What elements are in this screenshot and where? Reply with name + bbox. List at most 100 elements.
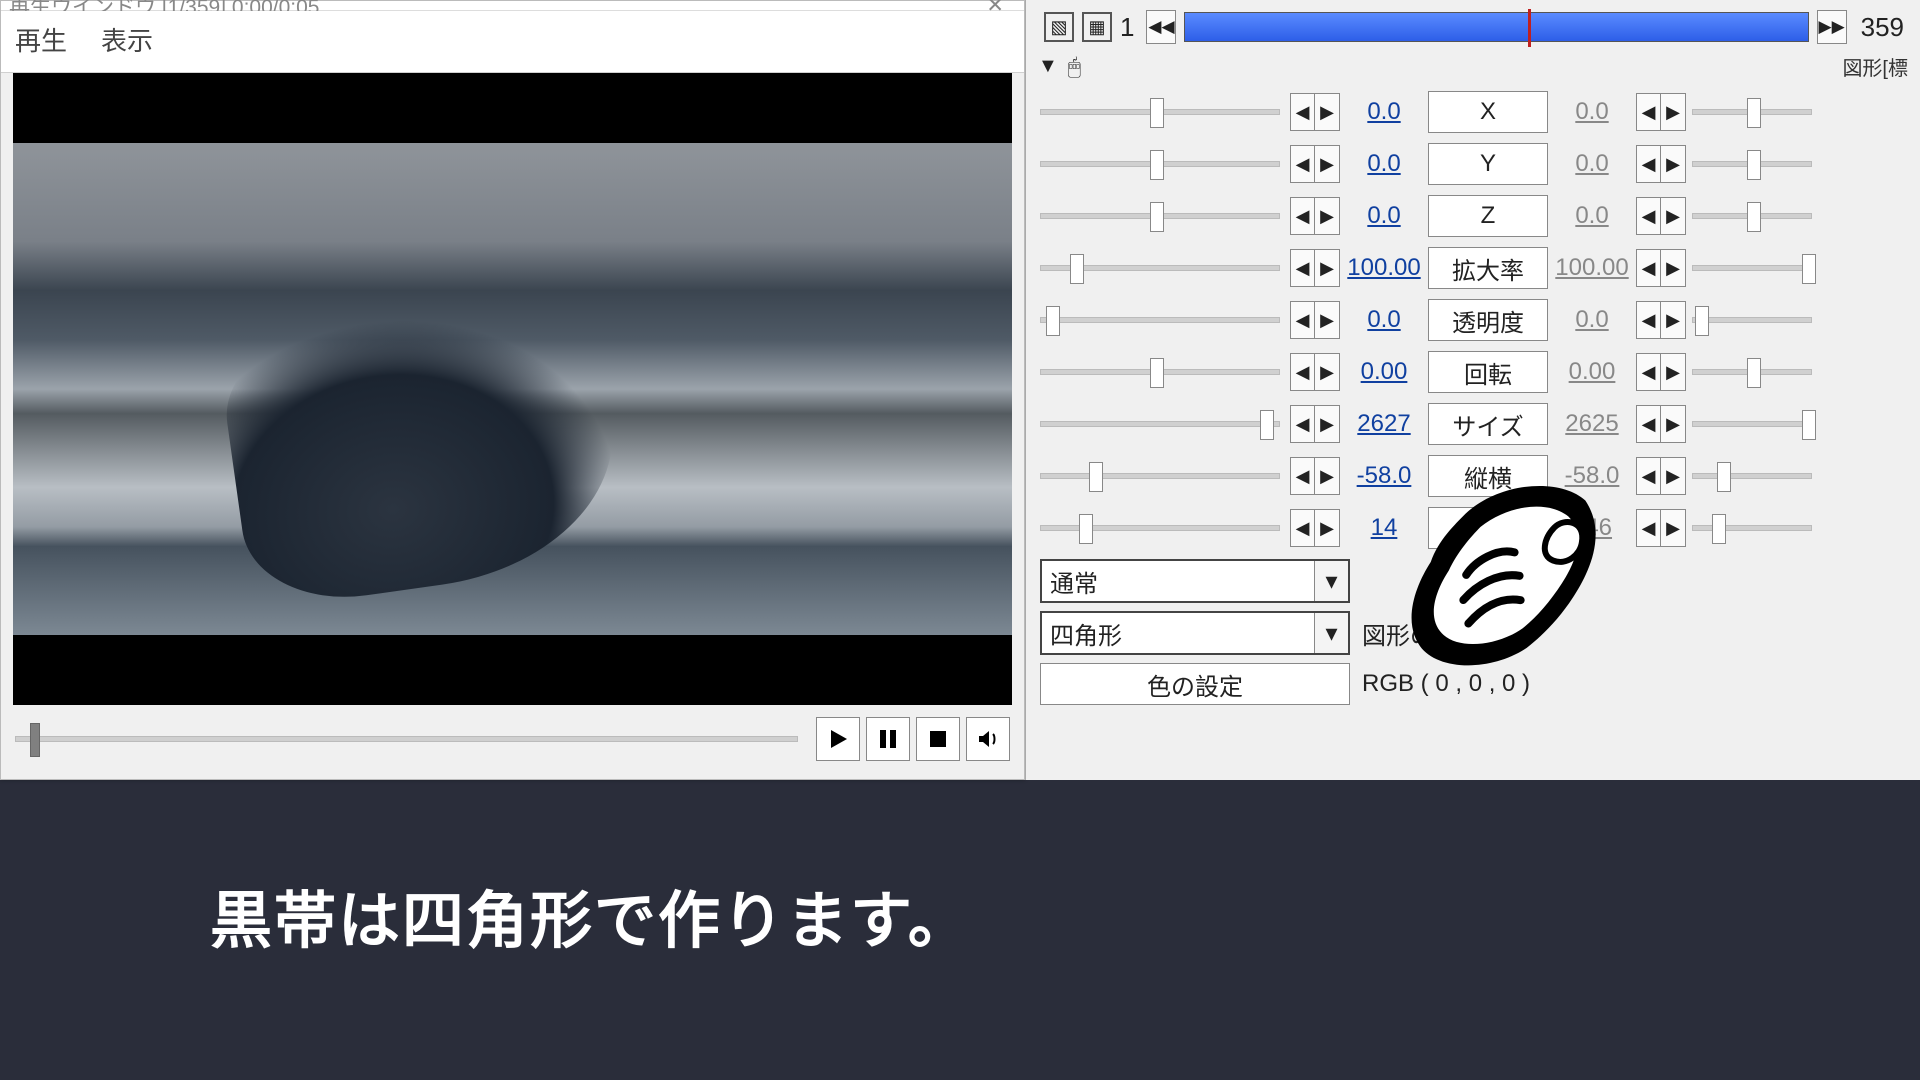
slider-thumb[interactable]: [1747, 358, 1761, 388]
step-down-icon[interactable]: ◀: [1291, 198, 1315, 234]
stepper-left[interactable]: ◀ ▶: [1290, 93, 1340, 131]
step-down-icon[interactable]: ◀: [1291, 94, 1315, 130]
stepper-right[interactable]: ◀ ▶: [1636, 93, 1686, 131]
step-down-icon[interactable]: ◀: [1291, 458, 1315, 494]
step-down-icon[interactable]: ◀: [1291, 146, 1315, 182]
menu-view[interactable]: 表示: [101, 21, 153, 58]
stepper-left[interactable]: ◀ ▶: [1290, 145, 1340, 183]
slider-thumb[interactable]: [1802, 410, 1816, 440]
stepper-left[interactable]: ◀ ▶: [1290, 197, 1340, 235]
param-slider-left[interactable]: [1040, 213, 1280, 219]
param-slider-right[interactable]: [1692, 213, 1812, 219]
param-slider-left[interactable]: [1040, 161, 1280, 167]
param-slider-left[interactable]: [1040, 317, 1280, 323]
slider-thumb[interactable]: [1695, 306, 1709, 336]
param-name-button[interactable]: 回転: [1428, 351, 1548, 393]
slider-thumb[interactable]: [1150, 202, 1164, 232]
param-slider-left[interactable]: [1040, 369, 1280, 375]
param-value-right[interactable]: 100.00: [1554, 254, 1630, 282]
param-value-right[interactable]: 0.0: [1554, 98, 1630, 126]
grid-icon[interactable]: ▦: [1082, 12, 1112, 42]
shape-type-select[interactable]: 四角形 ▾: [1040, 611, 1350, 655]
param-slider-left[interactable]: [1040, 525, 1280, 531]
slider-thumb[interactable]: [1070, 254, 1084, 284]
step-up-icon[interactable]: ▶: [1661, 458, 1685, 494]
param-value-right[interactable]: 2625: [1554, 410, 1630, 438]
step-down-icon[interactable]: ◀: [1291, 510, 1315, 546]
param-value-right[interactable]: 0.00: [1554, 358, 1630, 386]
stepper-right[interactable]: ◀ ▶: [1636, 405, 1686, 443]
step-down-icon[interactable]: ◀: [1637, 250, 1661, 286]
stepper-right[interactable]: ◀ ▶: [1636, 457, 1686, 495]
step-up-icon[interactable]: ▶: [1661, 250, 1685, 286]
stepper-right[interactable]: ◀ ▶: [1636, 249, 1686, 287]
stepper-left[interactable]: ◀ ▶: [1290, 301, 1340, 339]
slider-thumb[interactable]: [1712, 514, 1726, 544]
stepper-right[interactable]: ◀ ▶: [1636, 197, 1686, 235]
step-down-icon[interactable]: ◀: [1637, 302, 1661, 338]
slider-thumb[interactable]: [1717, 462, 1731, 492]
step-down-icon[interactable]: ◀: [1637, 458, 1661, 494]
param-slider-right[interactable]: [1692, 265, 1812, 271]
param-value-right[interactable]: 0.0: [1554, 150, 1630, 178]
param-value-left[interactable]: 0.00: [1346, 358, 1422, 386]
param-value-left[interactable]: 0.0: [1346, 150, 1422, 178]
step-up-icon[interactable]: ▶: [1315, 198, 1339, 234]
slider-thumb[interactable]: [1150, 150, 1164, 180]
param-slider-left[interactable]: [1040, 265, 1280, 271]
stepper-left[interactable]: ◀ ▶: [1290, 353, 1340, 391]
param-slider-right[interactable]: [1692, 317, 1812, 323]
step-up-icon[interactable]: ▶: [1661, 354, 1685, 390]
step-down-icon[interactable]: ◀: [1637, 510, 1661, 546]
param-slider-left[interactable]: [1040, 421, 1280, 427]
step-down-icon[interactable]: ◀: [1637, 354, 1661, 390]
param-value-left[interactable]: 0.0: [1346, 202, 1422, 230]
param-name-button[interactable]: サイズ: [1428, 403, 1548, 445]
stepper-left[interactable]: ◀ ▶: [1290, 509, 1340, 547]
step-down-icon[interactable]: ◀: [1637, 146, 1661, 182]
step-up-icon[interactable]: ▶: [1315, 250, 1339, 286]
param-slider-right[interactable]: [1692, 161, 1812, 167]
menu-play[interactable]: 再生: [15, 21, 67, 58]
param-slider-right[interactable]: [1692, 525, 1812, 531]
param-name-button[interactable]: Y: [1428, 143, 1548, 185]
step-up-icon[interactable]: ▶: [1661, 510, 1685, 546]
stepper-left[interactable]: ◀ ▶: [1290, 405, 1340, 443]
param-name-button[interactable]: Z: [1428, 195, 1548, 237]
step-up-icon[interactable]: ▶: [1661, 406, 1685, 442]
step-down-icon[interactable]: ◀: [1291, 250, 1315, 286]
blend-mode-select[interactable]: 通常 ▾: [1040, 559, 1350, 603]
stepper-right[interactable]: ◀ ▶: [1636, 353, 1686, 391]
clip-icon[interactable]: ▧: [1044, 12, 1074, 42]
step-up-icon[interactable]: ▶: [1315, 302, 1339, 338]
slider-thumb[interactable]: [1046, 306, 1060, 336]
chevron-down-icon[interactable]: ▾: [1314, 561, 1348, 601]
step-up-icon[interactable]: ▶: [1661, 94, 1685, 130]
step-up-icon[interactable]: ▶: [1315, 354, 1339, 390]
prev-frame-button[interactable]: ◀◀: [1146, 10, 1176, 44]
step-down-icon[interactable]: ◀: [1291, 406, 1315, 442]
step-down-icon[interactable]: ◀: [1637, 94, 1661, 130]
param-slider-left[interactable]: [1040, 473, 1280, 479]
param-value-left[interactable]: 2627: [1346, 410, 1422, 438]
slider-thumb[interactable]: [1079, 514, 1093, 544]
step-up-icon[interactable]: ▶: [1315, 94, 1339, 130]
next-frame-button[interactable]: ▶▶: [1817, 10, 1847, 44]
stepper-left[interactable]: ◀ ▶: [1290, 457, 1340, 495]
seek-slider[interactable]: [15, 736, 798, 742]
slider-thumb[interactable]: [1150, 98, 1164, 128]
step-down-icon[interactable]: ◀: [1291, 354, 1315, 390]
collapse-toggle[interactable]: ▼: [1038, 55, 1058, 78]
param-name-button[interactable]: 透明度: [1428, 299, 1548, 341]
step-down-icon[interactable]: ◀: [1291, 302, 1315, 338]
param-slider-right[interactable]: [1692, 473, 1812, 479]
slider-thumb[interactable]: [1747, 150, 1761, 180]
slider-thumb[interactable]: [1747, 98, 1761, 128]
param-slider-right[interactable]: [1692, 109, 1812, 115]
stepper-right[interactable]: ◀ ▶: [1636, 509, 1686, 547]
slider-thumb[interactable]: [1802, 254, 1816, 284]
stepper-right[interactable]: ◀ ▶: [1636, 301, 1686, 339]
step-up-icon[interactable]: ▶: [1661, 198, 1685, 234]
slider-thumb[interactable]: [1260, 410, 1274, 440]
seek-thumb[interactable]: [30, 723, 40, 757]
